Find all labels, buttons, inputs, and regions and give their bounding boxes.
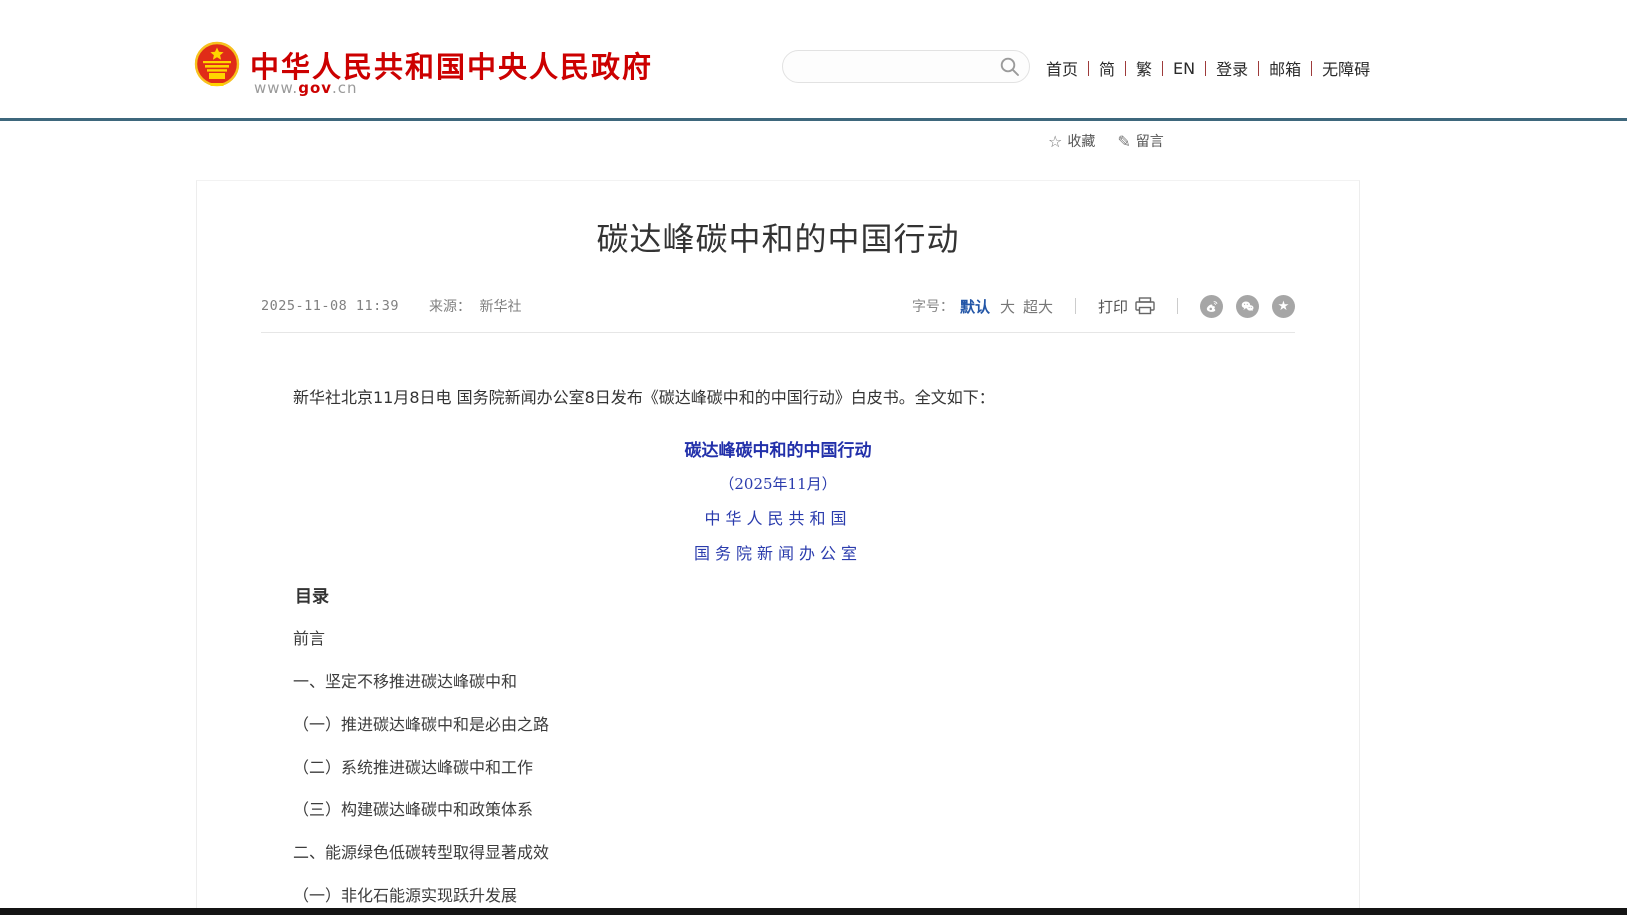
publish-date: 2025-11-08 11:39 [261,298,399,314]
nav-separator [1088,61,1089,76]
meta-separator [1177,298,1178,314]
printer-icon [1135,297,1155,315]
top-nav: 首页 简 繁 EN 登录 邮箱 无障碍 [1046,56,1370,80]
share-wechat-button[interactable] [1236,295,1259,318]
nav-separator [1125,61,1126,76]
share-favorite-button[interactable]: ★ [1272,295,1295,318]
document-date-line: （2025年11月） [261,473,1295,494]
nav-item-home[interactable]: 首页 [1046,56,1078,80]
weibo-icon [1204,299,1219,314]
toc-item: 二、能源绿色低碳转型取得显著成效 [261,843,1295,864]
nav-item-traditional[interactable]: 繁 [1136,56,1152,80]
nav-separator [1162,61,1163,76]
nav-item-mail[interactable]: 邮箱 [1269,56,1301,80]
search-box [782,50,1030,83]
wechat-icon [1240,299,1255,314]
document-org-line-2: 国务院新闻办公室 [261,540,1295,564]
nav-separator [1205,61,1206,76]
toc-item: 前言 [261,629,1295,650]
favorite-button[interactable]: ☆ 收藏 [1048,131,1095,151]
print-label: 打印 [1098,296,1128,317]
share-weibo-button[interactable] [1200,295,1223,318]
source: 来源： 新华社 [429,296,521,316]
meta-separator [1075,298,1076,314]
national-emblem-logo[interactable] [192,40,242,94]
article-meta-row: 2025-11-08 11:39 来源： 新华社 字号： 默认 大 超大 打印 [261,295,1295,318]
star-outline-icon: ☆ [1048,132,1062,151]
bottom-screen-edge-bar [0,908,1627,915]
comment-label: 留言 [1136,131,1164,151]
toc-item: （三）构建碳达峰碳中和政策体系 [261,800,1295,821]
toc-heading: 目录 [261,582,1295,607]
site-url-prefix: www. [254,79,298,97]
nav-separator [1258,61,1259,76]
font-size-large-button[interactable]: 大 [1000,296,1015,317]
font-size-xlarge-button[interactable]: 超大 [1023,296,1053,317]
nav-separator [1311,61,1312,76]
toc-item: （一）非化石能源实现跃升发展 [261,886,1295,907]
pencil-icon: ✎ [1117,132,1130,151]
toc-item: （二）系统推进碳达峰碳中和工作 [261,758,1295,779]
toc-item: （一）推进碳达峰碳中和是必由之路 [261,715,1295,736]
source-name[interactable]: 新华社 [480,299,522,315]
toc-item: 一、坚定不移推进碳达峰碳中和 [261,672,1295,693]
document-org-line-1: 中华人民共和国 [261,505,1295,529]
site-header: 中华人民共和国中央人民政府 www.gov.cn 首页 简 繁 EN 登录 邮箱 [0,0,1627,118]
print-button[interactable]: 打印 [1098,296,1155,317]
lead-paragraph: 新华社北京11月8日电 国务院新闻办公室8日发布《碳达峰碳中和的中国行动》白皮书… [261,385,1295,411]
search-button[interactable] [999,56,1021,78]
favorite-label: 收藏 [1067,131,1095,151]
site-url-gov: gov [298,79,332,97]
site-url-suffix: .cn [332,79,358,97]
nav-item-login[interactable]: 登录 [1216,56,1248,80]
search-icon [999,56,1021,78]
nav-item-accessibility[interactable]: 无障碍 [1322,56,1370,80]
nav-item-simplified[interactable]: 简 [1099,56,1115,80]
font-size-label: 字号： [912,296,954,316]
document-title: 碳达峰碳中和的中国行动 [261,436,1295,461]
page-title: 碳达峰碳中和的中国行动 [261,219,1295,261]
font-size-default-button[interactable]: 默认 [960,296,990,317]
star-icon: ★ [1278,300,1290,313]
article-card: 碳达峰碳中和的中国行动 2025-11-08 11:39 来源： 新华社 字号：… [196,180,1360,915]
search-input[interactable] [799,52,989,81]
meta-divider-line [261,332,1295,333]
table-of-contents: 前言 一、坚定不移推进碳达峰碳中和 （一）推进碳达峰碳中和是必由之路 （二）系统… [261,629,1295,907]
meta-right: 字号： 默认 大 超大 打印 [912,295,1295,318]
comment-button[interactable]: ✎ 留言 [1117,131,1163,151]
header-divider-line [0,118,1627,121]
page-actions: ☆ 收藏 ✎ 留言 [1048,131,1164,151]
meta-left: 2025-11-08 11:39 来源： 新华社 [261,296,522,316]
source-label: 来源： [429,299,471,315]
site-url[interactable]: www.gov.cn [254,79,358,97]
nav-item-english[interactable]: EN [1173,59,1195,78]
page: 中华人民共和国中央人民政府 www.gov.cn 首页 简 繁 EN 登录 邮箱 [0,0,1627,915]
